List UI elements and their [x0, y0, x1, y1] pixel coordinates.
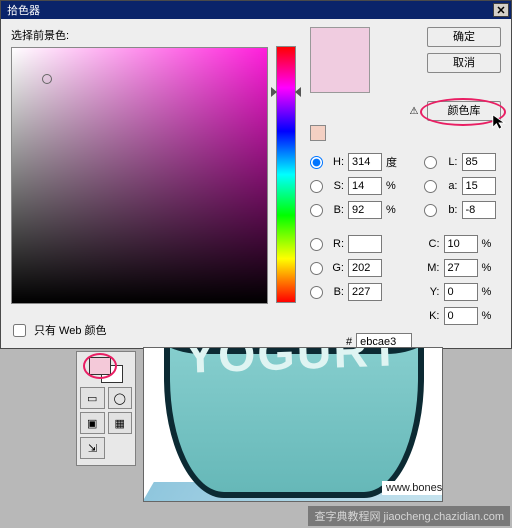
input-b[interactable]	[348, 201, 382, 219]
input-l[interactable]	[462, 153, 496, 171]
field-bl: B:	[310, 283, 406, 301]
input-m[interactable]	[444, 259, 478, 277]
closest-web-swatch[interactable]	[310, 125, 326, 141]
hue-indicator-left-icon	[271, 87, 277, 97]
close-icon: ✕	[496, 4, 505, 17]
radio-bl[interactable]	[310, 286, 323, 299]
artwork: YOGURT	[143, 347, 443, 502]
field-y: Y:%	[424, 283, 502, 301]
color-picker-dialog: 拾色器 ✕ 选择前景色: 确定 取消 ⚠	[0, 0, 512, 349]
field-k: K:%	[424, 307, 502, 325]
saturation-value-field[interactable]	[11, 47, 268, 304]
radio-s[interactable]	[310, 180, 323, 193]
field-c: C:%	[424, 235, 502, 253]
dialog-content: 选择前景色: 确定 取消 ⚠ 颜色库	[1, 19, 511, 357]
fg-bg-swatches[interactable]	[89, 357, 123, 383]
color-marker[interactable]	[42, 74, 52, 84]
cancel-button[interactable]: 取消	[427, 53, 501, 73]
dialog-title: 拾色器	[3, 2, 40, 18]
window-icon: ▣	[87, 417, 97, 430]
annotation-cursor-icon	[491, 113, 509, 131]
radio-g[interactable]	[310, 262, 323, 275]
titlebar[interactable]: 拾色器 ✕	[1, 1, 511, 19]
radio-b[interactable]	[310, 204, 323, 217]
input-r[interactable]	[348, 235, 382, 253]
input-a[interactable]	[462, 177, 496, 195]
input-lb[interactable]	[462, 201, 496, 219]
web-only-checkbox[interactable]	[13, 324, 26, 337]
screen-full-button[interactable]: ▦	[108, 412, 133, 434]
field-r: R:	[310, 235, 406, 253]
radio-a[interactable]	[424, 180, 437, 193]
input-h[interactable]	[348, 153, 382, 171]
mode-quickmask-button[interactable]: ◯	[108, 387, 133, 409]
workspace-area: ▭ ◯ ▣ ▦ ⇲ YOGURT www.bonesblog.net 查字典教程网 …	[0, 349, 512, 528]
watermark: 查字典教程网 jiaocheng.chazidian.com	[308, 506, 510, 526]
close-button[interactable]: ✕	[493, 3, 509, 17]
web-only-label: 只有 Web 颜色	[34, 322, 107, 338]
gradient-fill	[12, 48, 267, 303]
ok-button[interactable]: 确定	[427, 27, 501, 47]
credit-text: www.bonesblog.net	[382, 481, 443, 495]
input-k[interactable]	[444, 307, 478, 325]
tool-palette: ▭ ◯ ▣ ▦ ⇲	[76, 351, 136, 466]
field-m: M:%	[424, 259, 502, 277]
input-bl[interactable]	[348, 283, 382, 301]
hue-slider[interactable]	[276, 46, 296, 303]
radio-lb[interactable]	[424, 204, 437, 217]
document-canvas[interactable]: YOGURT www.bonesblog.net	[143, 347, 443, 502]
radio-l[interactable]	[424, 156, 437, 169]
radio-h[interactable]	[310, 156, 323, 169]
color-swatch	[310, 27, 370, 93]
jump-icon: ⇲	[88, 442, 97, 455]
radio-r[interactable]	[310, 238, 323, 251]
square-icon: ▭	[87, 392, 97, 405]
field-h: H:度	[310, 153, 406, 171]
gamut-warning-icon[interactable]: ⚠	[407, 104, 421, 118]
input-s[interactable]	[348, 177, 382, 195]
mode-standard-button[interactable]: ▭	[80, 387, 105, 409]
circle-icon: ◯	[114, 392, 126, 405]
field-bval: B:%	[310, 201, 406, 219]
window2-icon: ▦	[115, 417, 125, 430]
field-l: L:	[424, 153, 502, 171]
field-lb: b:	[424, 201, 502, 219]
screen-standard-button[interactable]: ▣	[80, 412, 105, 434]
input-y[interactable]	[444, 283, 478, 301]
field-a: a:	[424, 177, 502, 195]
web-only-row[interactable]: 只有 Web 颜色	[13, 322, 107, 338]
field-g: G:	[310, 259, 406, 277]
jump-button[interactable]: ⇲	[80, 437, 105, 459]
pick-foreground-label: 选择前景色:	[11, 27, 268, 43]
color-libraries-button[interactable]: 颜色库	[427, 101, 501, 121]
field-s: S:%	[310, 177, 406, 195]
input-c[interactable]	[444, 235, 478, 253]
foreground-swatch[interactable]	[89, 357, 111, 375]
hue-indicator-right-icon	[295, 87, 301, 97]
input-g[interactable]	[348, 259, 382, 277]
